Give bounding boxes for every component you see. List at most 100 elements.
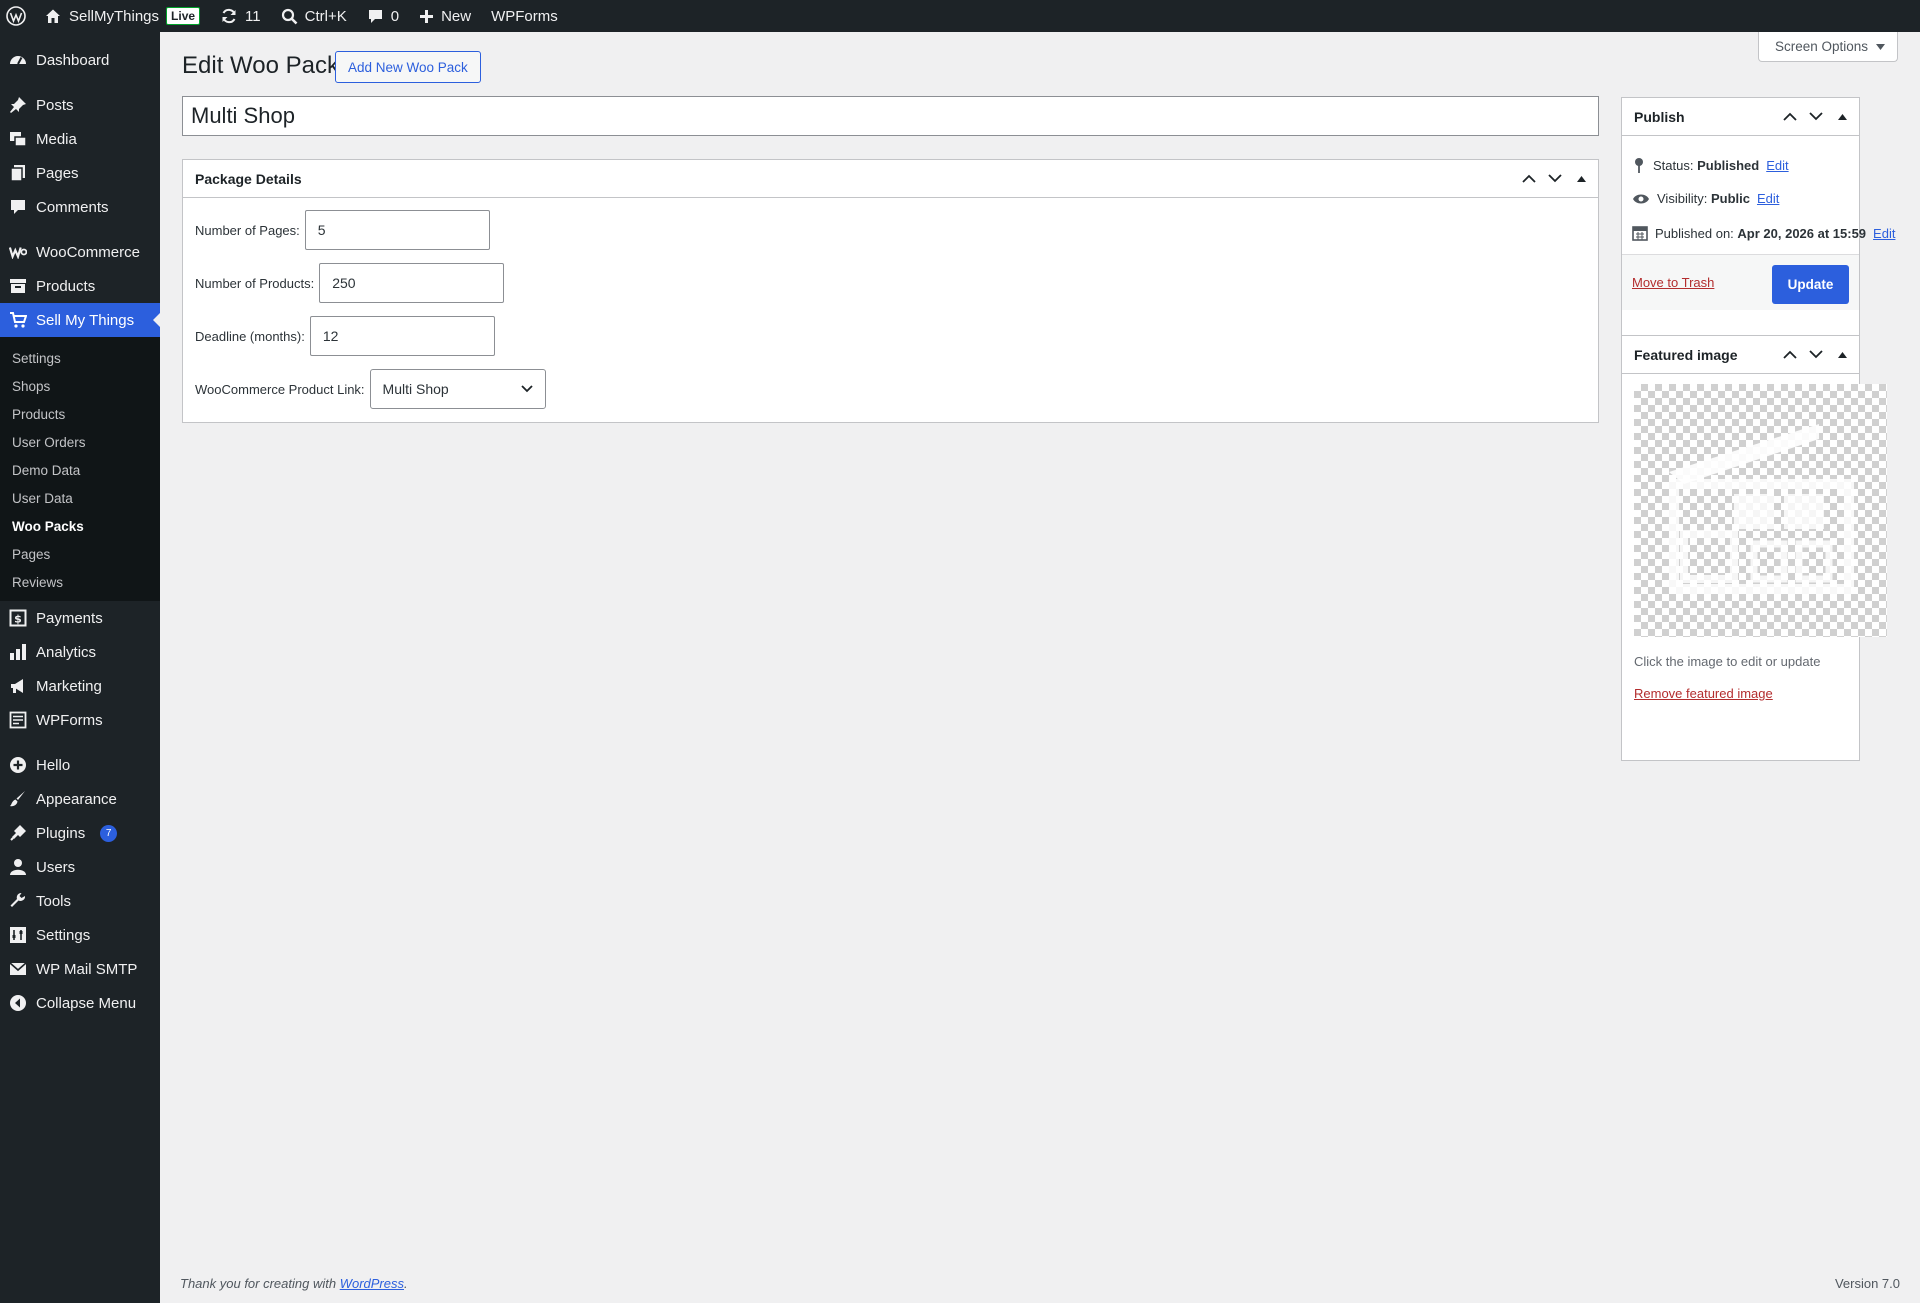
menu-users[interactable]: Users [0, 850, 160, 884]
calendar-icon [1632, 226, 1648, 241]
featured-image-box: Featured image Click the image to edit o… [1621, 335, 1887, 761]
visibility-value: Public [1710, 191, 1750, 206]
menu-dashboard[interactable]: Dashboard [0, 43, 160, 77]
plugin-icon [9, 824, 27, 842]
menu-posts[interactable]: Posts [0, 88, 160, 122]
publish-actions: Move to Trash Update [1622, 254, 1859, 310]
toggle-panel-icon[interactable] [1831, 106, 1853, 128]
shop-logo-image [1669, 424, 1854, 594]
move-up-icon[interactable] [1779, 344, 1801, 366]
field-row-deadline: Deadline (months): 12 [195, 316, 495, 356]
menu-payments[interactable]: $ Payments [0, 601, 160, 635]
menu-analytics[interactable]: Analytics [0, 635, 160, 669]
submenu-products[interactable]: Products [0, 400, 160, 428]
admin-bar: SellMyThings Live 11 Ctrl+K 0 New WPForm… [0, 0, 1920, 32]
number-of-pages-input[interactable]: 5 [304, 210, 490, 250]
submenu-user-data[interactable]: User Data [0, 484, 160, 512]
move-up-icon[interactable] [1518, 168, 1540, 190]
status-value: Published [1697, 157, 1760, 173]
update-button[interactable]: Update [1772, 265, 1849, 304]
collapse-menu-button[interactable]: Collapse Menu [0, 986, 160, 1020]
featured-image-hint: Click the image to edit or update [1634, 654, 1821, 669]
woocommerce-icon [9, 243, 27, 261]
edit-status-link[interactable]: Edit [1766, 158, 1788, 173]
menu-comments[interactable]: Comments [0, 190, 160, 224]
submenu-shops[interactable]: Shops [0, 372, 160, 400]
plugins-update-badge: 7 [100, 824, 118, 842]
megaphone-icon [9, 677, 27, 695]
submenu-demo-data[interactable]: Demo Data [0, 456, 160, 484]
plus-icon [420, 9, 434, 23]
archive-box-icon [9, 277, 27, 295]
menu-wp-mail-smtp[interactable]: WP Mail SMTP [0, 952, 160, 986]
menu-hello[interactable]: Hello [0, 748, 160, 782]
menu-woocommerce[interactable]: WooCommerce [0, 235, 160, 269]
search-menu[interactable]: Ctrl+K [271, 0, 357, 32]
site-name-menu[interactable]: SellMyThings Live [34, 0, 210, 32]
caret-down-icon [1876, 43, 1885, 50]
wpforms-label: WPForms [491, 7, 558, 25]
publish-title: Publish [1634, 108, 1685, 125]
pushpin-icon [9, 96, 27, 114]
package-details-header: Package Details [183, 160, 1598, 198]
main-content: Screen Options Edit Woo Pack Add New Woo… [160, 32, 1920, 1303]
new-content-menu[interactable]: New [409, 0, 481, 32]
move-up-icon[interactable] [1779, 106, 1801, 128]
number-of-products-input[interactable]: 250 [319, 263, 505, 303]
post-title-input[interactable]: Multi Shop [182, 96, 1599, 136]
visibility-row: Visibility: Public Edit [1632, 191, 1779, 206]
submenu-reviews[interactable]: Reviews [0, 568, 160, 596]
menu-tools[interactable]: Tools [0, 884, 160, 918]
toggle-panel-icon[interactable] [1570, 168, 1592, 190]
edit-date-link[interactable]: Edit [1873, 226, 1895, 241]
bar-chart-icon [9, 643, 27, 661]
updates-icon [222, 8, 236, 24]
deadline-label: Deadline (months): [195, 328, 305, 344]
plus-circle-icon [9, 756, 27, 774]
menu-appearance[interactable]: Appearance [0, 782, 160, 816]
wordpress-logo-icon [6, 6, 26, 26]
add-new-woo-pack-button[interactable]: Add New Woo Pack [335, 51, 481, 83]
wordpress-link[interactable]: WordPress [340, 1276, 404, 1291]
site-name: SellMyThings [69, 7, 160, 25]
comments-icon [9, 198, 27, 216]
pages-label: Number of Pages: [195, 222, 300, 238]
submenu-woo-packs[interactable]: Woo Packs [0, 512, 160, 540]
wpforms-menu[interactable]: WPForms [481, 0, 568, 32]
collapse-icon [9, 994, 27, 1012]
menu-marketing[interactable]: Marketing [0, 669, 160, 703]
dollar-icon: $ [9, 609, 27, 627]
menu-wpforms[interactable]: WPForms [0, 703, 160, 737]
edit-visibility-link[interactable]: Edit [1757, 191, 1779, 206]
field-row-pages: Number of Pages: 5 [195, 210, 490, 250]
remove-featured-image-link[interactable]: Remove featured image [1634, 686, 1773, 701]
publish-box: Publish Status: Published Edit Visibilit… [1621, 97, 1895, 347]
submenu-settings[interactable]: Settings [0, 344, 160, 372]
move-to-trash-link[interactable]: Move to Trash [1632, 275, 1714, 290]
updates-menu[interactable]: 11 [210, 0, 271, 32]
wp-logo-menu[interactable] [0, 0, 34, 32]
move-down-icon[interactable] [1805, 344, 1827, 366]
menu-media[interactable]: Media [0, 122, 160, 156]
user-icon [9, 858, 27, 876]
move-down-icon[interactable] [1544, 168, 1566, 190]
menu-plugins[interactable]: Plugins 7 [0, 816, 160, 850]
screen-options-button[interactable]: Screen Options [1757, 32, 1898, 62]
field-row-product-link: WooCommerce Product Link: Multi Shop [195, 369, 546, 409]
menu-products[interactable]: Products [0, 269, 160, 303]
comments-menu[interactable]: 0 [357, 0, 409, 32]
product-link-select[interactable]: Multi Shop [369, 369, 546, 409]
field-row-products: Number of Products: 250 [195, 263, 505, 303]
settings-sliders-icon [9, 926, 27, 944]
move-down-icon[interactable] [1805, 106, 1827, 128]
deadline-months-input[interactable]: 12 [309, 316, 495, 356]
submenu-pages[interactable]: Pages [0, 540, 160, 568]
form-icon [9, 711, 27, 729]
toggle-panel-icon[interactable] [1831, 344, 1853, 366]
menu-sell-my-things[interactable]: Sell My Things [0, 303, 161, 337]
menu-pages[interactable]: Pages [0, 156, 160, 190]
chevron-down-icon [520, 385, 533, 393]
submenu-user-orders[interactable]: User Orders [0, 428, 160, 456]
menu-settings[interactable]: Settings [0, 918, 160, 952]
featured-image-thumbnail[interactable] [1634, 384, 1887, 637]
